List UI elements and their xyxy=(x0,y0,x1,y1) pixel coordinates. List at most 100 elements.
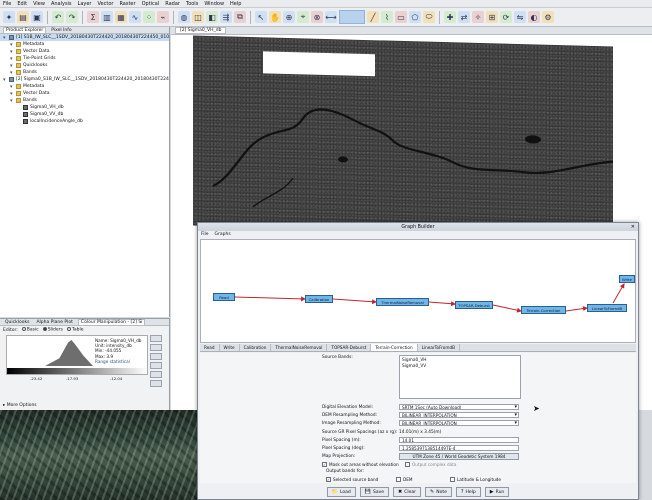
pixel-spacing-deg-input[interactable]: 1.2585397138514497E-4 xyxy=(399,445,519,451)
expand-toggle-icon[interactable]: ▾ xyxy=(10,84,14,90)
node-read[interactable]: Read xyxy=(213,293,235,301)
expand-toggle-icon[interactable]: ▾ xyxy=(10,70,14,76)
save-button[interactable]: 💾 Save xyxy=(359,487,390,497)
expand-toggle-icon[interactable]: ▾ xyxy=(10,42,14,48)
layer-manager-icon[interactable]: ◫ xyxy=(192,11,204,23)
tab-quicklooks[interactable]: Quicklooks xyxy=(3,320,31,325)
pin-tool-icon[interactable]: ⌖ xyxy=(297,11,309,23)
expand-toggle-icon[interactable] xyxy=(17,112,21,117)
open-product-icon[interactable]: ▤ xyxy=(17,11,29,23)
source-bands-list[interactable]: Sigma0_VH Sigma0_VV xyxy=(399,355,521,399)
mask-no-elevation-checkbox[interactable]: Mask out areas without elevation xyxy=(322,462,399,467)
lat-lon-checkbox[interactable]: Latitude & Longitude xyxy=(450,477,501,482)
expand-toggle-icon[interactable]: ▾ xyxy=(10,63,14,69)
gb-menu-file[interactable]: File xyxy=(201,232,209,237)
menu-tools[interactable]: Tools xyxy=(186,1,198,7)
dem-resampling-select[interactable]: BILINEAR_INTERPOLATION xyxy=(399,412,519,418)
magic-wand-icon[interactable]: ✧ xyxy=(472,11,484,23)
pixel-spacing-m-input[interactable]: 14.01 xyxy=(399,437,519,443)
slider-tick-high[interactable]: -12.04 xyxy=(110,376,122,381)
tree-item[interactable]: ▾ Metadata xyxy=(0,41,169,48)
tab-alpha-plane-plot[interactable]: Alpha Plane Plot xyxy=(34,320,74,325)
menu-layer[interactable]: Layer xyxy=(78,1,92,7)
node-terrain-correction[interactable]: Terrain-Correction xyxy=(521,306,566,314)
tree-item[interactable]: ▾ Metadata xyxy=(0,83,169,90)
menu-help[interactable]: Help xyxy=(230,1,241,7)
band-maths-icon[interactable]: Σ xyxy=(87,11,99,23)
expand-toggle-icon[interactable]: ▾ xyxy=(10,49,14,55)
zoom-vertical-icon[interactable] xyxy=(150,380,162,387)
tab-write[interactable]: Write xyxy=(220,344,240,351)
export-icon[interactable] xyxy=(150,353,162,360)
range-statistical-link[interactable]: Range statistical xyxy=(95,359,141,364)
image-resampling-select[interactable]: BILINEAR_INTERPOLATION xyxy=(399,420,519,426)
graph-builder-icon[interactable]: ⇶ xyxy=(220,11,232,23)
tree-item[interactable]: Sigma0_VV_db xyxy=(0,111,169,118)
menu-window[interactable]: Window xyxy=(204,1,224,7)
tab-calibration[interactable]: Calibration xyxy=(240,344,272,351)
node-thermal-noise-removal[interactable]: ThermalNoiseRemoval xyxy=(376,298,429,306)
menu-view[interactable]: View xyxy=(33,1,45,7)
ruler-icon[interactable]: ⊞ xyxy=(486,11,498,23)
tree-item[interactable]: ▾ Bands xyxy=(0,97,169,104)
time-series-icon[interactable]: ⟳ xyxy=(500,11,512,23)
tab-pixel-info[interactable]: Pixel Info xyxy=(49,28,73,33)
new-product-icon[interactable]: ✦ xyxy=(3,11,15,23)
tab-terrain-correction[interactable]: Terrain-Correction xyxy=(371,344,418,351)
tab-linear-to-from-db[interactable]: LinearToFromdB xyxy=(418,344,460,351)
menu-optical[interactable]: Optical xyxy=(142,1,160,7)
statistics-icon[interactable]: ▦ xyxy=(115,11,127,23)
reset-icon[interactable] xyxy=(150,335,162,342)
map-projection-button[interactable]: UTM Zone 45 / World Geodetic System 1984 xyxy=(399,453,519,460)
expand-toggle-icon[interactable]: ▾ xyxy=(3,35,7,41)
help-button[interactable]: ? Help xyxy=(455,487,481,497)
run-button[interactable]: ▶ Run xyxy=(484,487,510,497)
colour-histogram[interactable]: Name: Sigma0_VH_db Unit: intensity_db Mi… xyxy=(6,335,148,375)
expand-toggle-icon[interactable]: ▾ xyxy=(10,56,14,62)
import-icon[interactable] xyxy=(150,344,162,351)
sync-cursor-icon[interactable]: ✚ xyxy=(444,11,456,23)
expand-toggle-icon[interactable]: ▾ xyxy=(10,91,14,97)
tab-colour-manipulation[interactable]: Colour Manipulation - [2] Si xyxy=(77,319,146,325)
save-product-icon[interactable]: ▣ xyxy=(31,11,43,23)
node-calibration[interactable]: Calibration xyxy=(305,295,333,303)
tree-item[interactable]: ▾ Tie-Point Grids xyxy=(0,55,169,62)
expand-toggle-icon[interactable] xyxy=(17,119,21,124)
menu-radar[interactable]: Radar xyxy=(165,1,180,7)
menu-raster[interactable]: Raster xyxy=(119,1,135,7)
mask-manager-icon[interactable]: ◧ xyxy=(206,11,218,23)
tree-item[interactable]: ▾ [1] S1B_IW_SLC__1SDV_20180430T224420_20… xyxy=(0,34,169,41)
load-button[interactable]: 📁 Load xyxy=(326,487,356,497)
menu-file[interactable]: File xyxy=(3,1,11,7)
tree-item[interactable]: ▾ Bands xyxy=(0,69,169,76)
scatter-plot-icon[interactable]: ⁘ xyxy=(143,11,155,23)
close-icon[interactable]: ✕ xyxy=(631,224,635,230)
undo-icon[interactable]: ↶ xyxy=(52,11,64,23)
clear-button[interactable]: ✖ Clear xyxy=(393,487,421,497)
menu-vector[interactable]: Vector xyxy=(98,1,114,7)
range-finder-icon[interactable]: ⟷ xyxy=(325,11,337,23)
batch-processing-icon[interactable]: ⧉ xyxy=(234,11,246,23)
mode-sliders-radio[interactable]: Sliders xyxy=(42,327,63,333)
tab-sigma0-vh-db[interactable]: [2] Sigma0_VH_db xyxy=(175,27,227,34)
spectrum-icon[interactable]: ∿ xyxy=(129,11,141,23)
color-icon[interactable]: ◐ xyxy=(528,11,540,23)
zoom-horizontal-icon[interactable] xyxy=(150,371,162,378)
node-topsar-deburst[interactable]: TOPSAR-Deburst xyxy=(455,301,493,309)
dem-checkbox[interactable]: DEM xyxy=(396,477,412,482)
expand-toggle-icon[interactable]: ▾ xyxy=(10,98,14,104)
slider-tick-mid[interactable]: -17.93 xyxy=(66,376,78,381)
gear-icon[interactable]: ⚙ xyxy=(542,11,554,23)
tree-item[interactable]: Sigma0_VH_db xyxy=(0,104,169,111)
node-linear-to-from-db[interactable]: LinearToFromdB xyxy=(587,304,627,312)
draw-tool-group-icon[interactable] xyxy=(339,10,365,24)
output-complex-checkbox[interactable]: Output complex data xyxy=(405,462,456,467)
more-options-toggle[interactable]: ▸ More Options xyxy=(3,403,37,408)
tree-item[interactable]: localIncidenceAngle_db xyxy=(0,118,169,125)
tab-thermal-noise-removal[interactable]: ThermalNoiseRemoval xyxy=(271,344,328,351)
pan-tool-icon[interactable]: ✋ xyxy=(269,11,281,23)
flip-icon[interactable]: ⇋ xyxy=(514,11,526,23)
expand-toggle-icon[interactable]: ▾ xyxy=(3,77,7,83)
list-item[interactable]: Sigma0_VV xyxy=(402,364,518,370)
zoom-tool-icon[interactable]: ⊕ xyxy=(283,11,295,23)
